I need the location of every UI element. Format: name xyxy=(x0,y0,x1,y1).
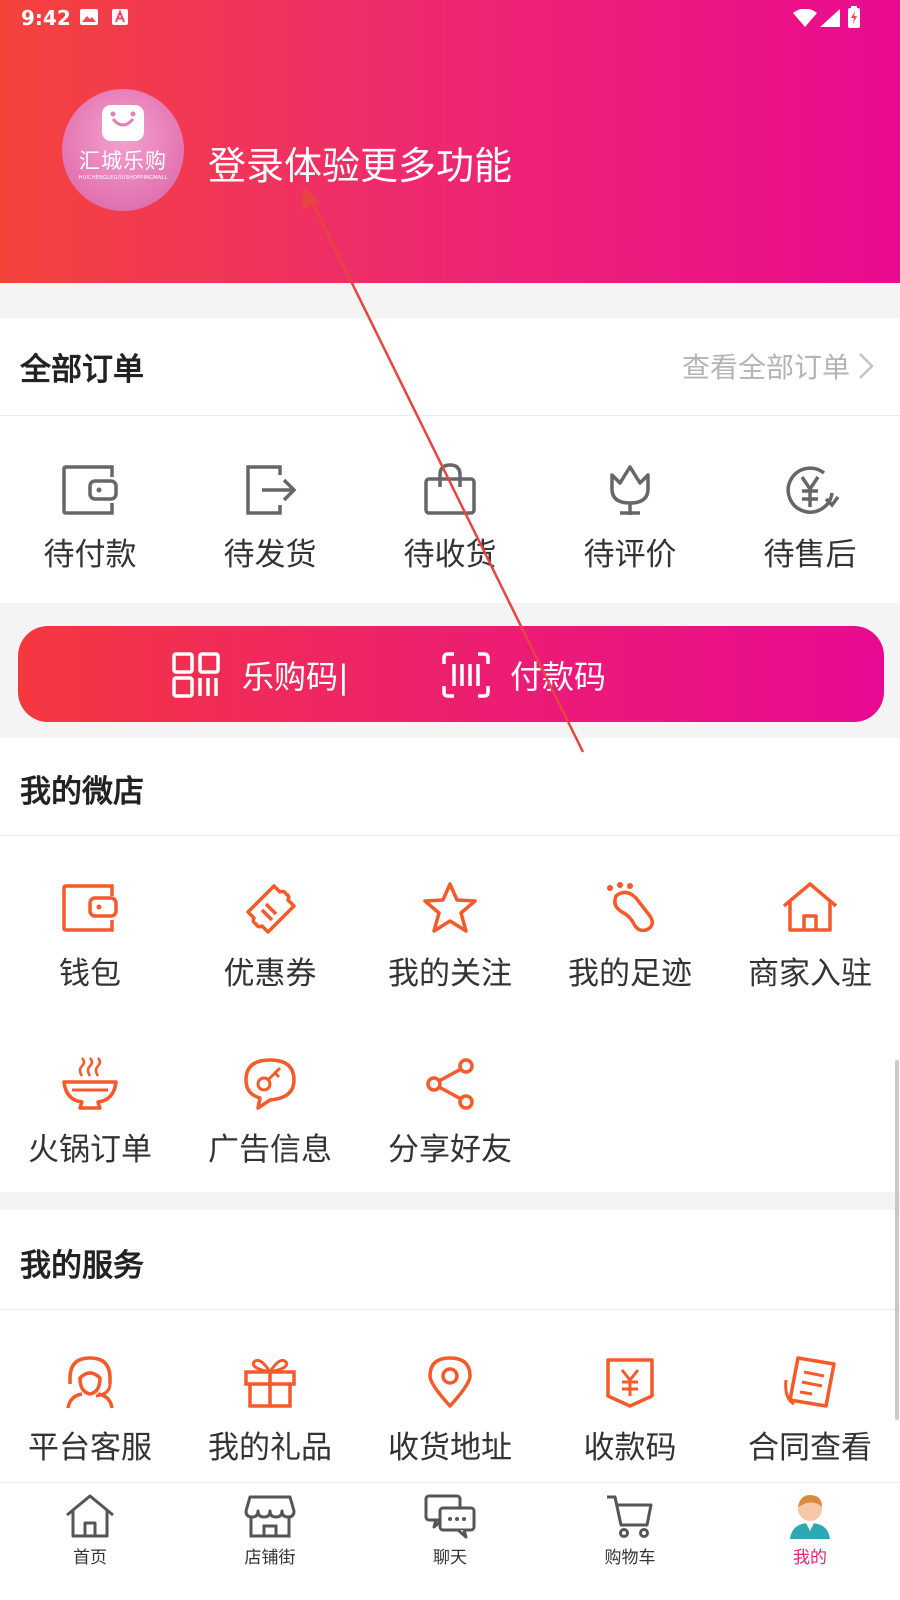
ship-icon xyxy=(246,465,297,515)
receipt-code-item[interactable]: 收款码 xyxy=(540,1354,720,1467)
merchant-join-item[interactable]: 商家入驻 xyxy=(720,880,900,993)
wallet-icon xyxy=(62,465,118,515)
wallet-item[interactable]: 钱包 xyxy=(0,880,180,993)
view-all-orders-link[interactable]: 查看全部订单 xyxy=(682,346,850,386)
legou-code-button[interactable]: 乐购码| xyxy=(172,652,349,698)
avatar-brand-text: 汇城乐购 xyxy=(79,149,167,173)
follow-item[interactable]: 我的关注 xyxy=(360,880,540,993)
bag-logo-icon xyxy=(100,103,146,147)
ad-icon xyxy=(244,1058,296,1110)
location-icon xyxy=(428,1356,472,1408)
coupon-icon xyxy=(246,884,296,934)
status-time: 9:42 xyxy=(21,6,71,30)
my-gift-item[interactable]: 我的礼品 xyxy=(180,1354,360,1467)
nav-cart[interactable]: 购物车 xyxy=(540,1483,720,1600)
status-bar: 9:42 xyxy=(0,0,900,36)
bottom-nav: 首页 店铺街 聊天 购物车 我的 xyxy=(0,1482,900,1600)
nav-mine[interactable]: 我的 xyxy=(720,1483,900,1600)
bag-icon xyxy=(424,463,476,515)
contract-view-item[interactable]: 合同查看 xyxy=(720,1354,900,1467)
receipt-icon xyxy=(606,1358,654,1408)
chevron-right-icon[interactable] xyxy=(858,352,874,384)
ad-info-item[interactable]: 广告信息 xyxy=(180,1056,360,1169)
refund-icon xyxy=(786,466,840,514)
pay-code-button[interactable]: 付款码 xyxy=(442,652,606,698)
nav-store-street[interactable]: 店铺街 xyxy=(180,1483,360,1600)
qr-code-icon xyxy=(172,652,220,698)
store-icon xyxy=(244,1495,296,1538)
orders-title: 全部订单 xyxy=(20,352,144,388)
hotpot-order-item[interactable]: 火锅订单 xyxy=(0,1056,180,1169)
login-prompt[interactable]: 登录体验更多功能 xyxy=(208,135,512,190)
footprint-icon xyxy=(607,882,654,933)
profile-icon xyxy=(790,1495,830,1539)
profile-header: 9:42 汇城乐购 HUICHENGLEGOUSHOPPINGMALL 登录体验… xyxy=(0,0,900,283)
flower-icon xyxy=(610,465,650,515)
divider xyxy=(0,835,900,836)
wallet-icon xyxy=(62,884,118,932)
share-icon xyxy=(426,1058,474,1110)
scrollbar[interactable] xyxy=(895,1060,899,1420)
gift-icon xyxy=(244,1358,296,1408)
cart-icon xyxy=(607,1495,653,1538)
contract-icon xyxy=(784,1356,836,1408)
order-pending-payment[interactable]: 待付款 xyxy=(0,463,180,574)
customer-service-item[interactable]: 平台客服 xyxy=(0,1354,180,1467)
nav-chat[interactable]: 聊天 xyxy=(360,1483,540,1600)
star-icon xyxy=(423,882,477,933)
nav-home[interactable]: 首页 xyxy=(0,1483,180,1600)
chat-icon xyxy=(424,1494,476,1539)
signal-icon xyxy=(820,9,840,27)
share-friends-item[interactable]: 分享好友 xyxy=(360,1056,540,1169)
divider xyxy=(0,1309,900,1310)
home-icon xyxy=(66,1494,114,1538)
shipping-address-item[interactable]: 收货地址 xyxy=(360,1354,540,1467)
font-icon xyxy=(112,9,128,25)
pay-code-bar: 乐购码| 付款码 xyxy=(18,626,884,722)
avatar-sub-text: HUICHENGLEGOUSHOPPINGMALL xyxy=(78,175,168,181)
footprint-item[interactable]: 我的足迹 xyxy=(540,880,720,993)
shop-title: 我的微店 xyxy=(20,774,144,810)
order-pending-receipt[interactable]: 待收货 xyxy=(360,463,540,574)
wifi-icon xyxy=(793,9,817,27)
order-pending-review[interactable]: 待评价 xyxy=(540,463,720,574)
headset-icon xyxy=(66,1356,114,1409)
image-icon xyxy=(80,9,98,25)
order-pending-shipment[interactable]: 待发货 xyxy=(180,463,360,574)
divider xyxy=(0,415,900,416)
barcode-icon xyxy=(442,652,490,698)
order-after-sales[interactable]: 待售后 xyxy=(720,463,900,574)
avatar[interactable]: 汇城乐购 HUICHENGLEGOUSHOPPINGMALL xyxy=(62,89,184,211)
home-icon xyxy=(782,882,838,932)
hotpot-icon xyxy=(62,1057,118,1110)
service-title: 我的服务 xyxy=(20,1248,144,1284)
battery-icon xyxy=(848,6,860,28)
coupon-item[interactable]: 优惠券 xyxy=(180,880,360,993)
